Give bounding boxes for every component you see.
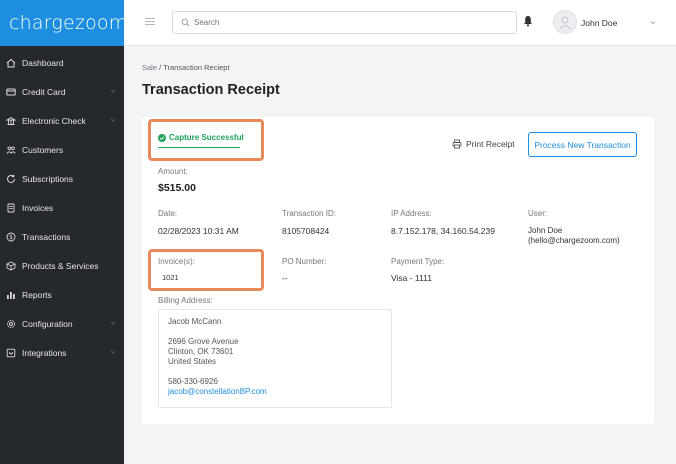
sidebar-item-integrations[interactable]: Integrations — [0, 338, 124, 367]
logo[interactable]: chargezoom — [0, 0, 128, 46]
users-icon — [6, 145, 16, 155]
search-icon — [181, 18, 190, 27]
page-title: Transaction Receipt — [142, 82, 280, 98]
sidebar-item-electronic-check[interactable]: Electronic Check — [0, 106, 124, 135]
transaction-id-value: 8105708424 — [282, 226, 330, 236]
sidebar-item-products-services[interactable]: Products & Services — [0, 251, 124, 280]
chevron-down-icon — [110, 118, 116, 122]
home-icon — [6, 58, 16, 68]
chevron-down-icon — [110, 321, 116, 325]
sidebar-item-label: Customers — [22, 144, 64, 155]
print-receipt-label: Print Receipt — [466, 139, 515, 149]
sidebar-item-label: Reports — [22, 289, 52, 300]
status-text: Capture Successful — [169, 133, 244, 142]
user-value-email: (hello@chargezoom.com) — [528, 236, 620, 245]
billing-country: United States — [168, 357, 217, 366]
logo-text: chargezoom — [9, 12, 128, 34]
sidebar-item-label: Configuration — [22, 318, 73, 329]
payment-type-label: Payment Type: — [391, 257, 445, 266]
svg-text:$: $ — [9, 234, 13, 241]
gear-icon — [6, 319, 16, 329]
dollar-circle-icon: $ — [6, 232, 16, 242]
top-bar: John Doe — [124, 0, 676, 46]
sidebar-item-dashboard[interactable]: Dashboard — [0, 48, 124, 77]
invoice-value[interactable]: 1021 — [162, 273, 179, 282]
payment-type-value: Visa - 1111 — [391, 273, 432, 283]
po-number-label: PO Number: — [282, 257, 327, 266]
check-circle-icon — [158, 133, 166, 142]
breadcrumb-link-sale[interactable]: Sale — [142, 63, 157, 72]
sidebar-item-invoices[interactable]: Invoices — [0, 193, 124, 222]
print-receipt-link[interactable]: Print Receipt — [452, 139, 515, 149]
sidebar-item-label: Transactions — [22, 231, 71, 242]
date-label: Date: — [158, 209, 178, 218]
transaction-id-label: Transaction ID: — [282, 209, 336, 218]
user-name[interactable]: John Doe — [581, 18, 617, 28]
status-badge: Capture Successful — [158, 133, 244, 142]
printer-icon — [452, 139, 462, 149]
search-box[interactable] — [172, 11, 517, 34]
refresh-icon — [6, 174, 16, 184]
sidebar-item-credit-card[interactable]: Credit Card — [0, 77, 124, 106]
breadcrumb-current: Transaction Reciept — [163, 63, 230, 72]
document-icon — [6, 203, 16, 213]
sidebar-item-label: Invoices — [22, 202, 54, 213]
bell-icon[interactable] — [523, 15, 533, 27]
chevron-down-icon — [110, 350, 116, 354]
sidebar-item-label: Subscriptions — [22, 173, 74, 184]
credit-card-icon — [6, 87, 16, 97]
sidebar: chargezoom Dashboard Credit Card Electro… — [0, 0, 128, 464]
sidebar-item-label: Credit Card — [22, 86, 66, 97]
billing-city: Clinton, OK 73601 — [168, 347, 234, 356]
menu-toggle-icon[interactable] — [145, 18, 155, 26]
amount-label: Amount: — [158, 167, 188, 176]
bank-icon — [6, 116, 16, 126]
sidebar-item-label: Integrations — [22, 347, 67, 358]
invoice-label: Invoice(s): — [158, 257, 195, 266]
process-new-transaction-button[interactable]: Process New Transaction — [528, 132, 637, 157]
sidebar-item-transactions[interactable]: $ Transactions — [0, 222, 124, 251]
sidebar-item-customers[interactable]: Customers — [0, 135, 124, 164]
invoice-highlight — [148, 249, 264, 291]
user-label: User: — [528, 209, 548, 218]
sidebar-item-reports[interactable]: Reports — [0, 280, 124, 309]
ip-address-label: IP Address: — [391, 209, 432, 218]
user-icon — [559, 16, 571, 30]
sidebar-item-subscriptions[interactable]: Subscriptions — [0, 164, 124, 193]
ip-address-value: 8.7.152.178, 34.160.54.239 — [391, 226, 495, 236]
billing-address-label: Billing Address: — [158, 296, 213, 305]
chevron-down-icon — [110, 89, 116, 93]
po-number-value: -- — [282, 273, 288, 283]
breadcrumb: Sale / Transaction Reciept — [142, 63, 230, 72]
billing-address-box: Jacob McCann 2696 Grove Avenue Clinton, … — [158, 309, 392, 408]
billing-name: Jacob McCann — [168, 317, 222, 326]
sidebar-item-label: Electronic Check — [22, 115, 86, 126]
billing-email[interactable]: jacob@constellationBP.com — [168, 387, 382, 397]
sidebar-item-label: Dashboard — [22, 57, 64, 68]
billing-phone: 580-330-6926 — [168, 377, 218, 386]
search-input[interactable] — [194, 18, 494, 27]
bar-chart-icon — [6, 290, 16, 300]
avatar[interactable] — [553, 10, 577, 34]
box-icon — [6, 261, 16, 271]
date-value: 02/28/2023 10:31 AM — [158, 226, 239, 236]
user-value-name: John Doe — [528, 226, 563, 235]
billing-street: 2696 Grove Avenue — [168, 337, 239, 346]
chevron-down-icon[interactable] — [650, 20, 656, 25]
sidebar-item-configuration[interactable]: Configuration — [0, 309, 124, 338]
sidebar-nav: Dashboard Credit Card Electronic Check C… — [0, 48, 124, 367]
sidebar-item-label: Products & Services — [22, 260, 99, 271]
plug-icon — [6, 348, 16, 358]
status-underline — [158, 147, 240, 148]
amount-value: $515.00 — [158, 182, 196, 194]
